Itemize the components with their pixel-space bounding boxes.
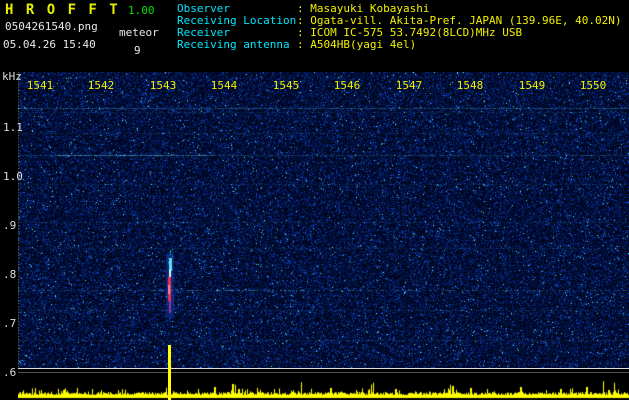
info-value: : A504HB(yagi 4el) <box>297 38 417 51</box>
freq-tick: .7 <box>3 317 17 330</box>
time-tick: 1542 <box>87 79 115 92</box>
spectrogram-canvas <box>18 72 629 368</box>
time-tick: 1546 <box>333 79 361 92</box>
freq-tick: 1.1 <box>3 121 23 134</box>
app-version: 1.00 <box>128 4 155 17</box>
separator-line-dim <box>18 372 629 373</box>
output-filename: 0504261540.png <box>5 20 98 33</box>
time-tick: 1547 <box>395 79 423 92</box>
observation-mode-label: meteor <box>119 26 159 39</box>
amplitude-strip-canvas <box>18 374 629 400</box>
time-tick: 1545 <box>272 79 300 92</box>
observation-datetime: 05.04.26 15:40 <box>3 38 96 51</box>
freq-tick: .8 <box>3 268 17 281</box>
info-label: Receiving antenna <box>177 38 290 51</box>
y-axis-unit-label: kHz <box>2 70 22 83</box>
info-row-antenna: Receiving antenna : A504HB(yagi 4el) <box>177 39 622 51</box>
hrofft-screen: H R O F F T 1.00 0504261540.png meteor 0… <box>0 0 629 400</box>
time-tick: 1548 <box>456 79 484 92</box>
meteor-amplitude-spike <box>168 345 171 400</box>
separator-line-bright <box>18 368 629 369</box>
freq-tick: .6 <box>3 366 17 379</box>
time-tick: 1550 <box>579 79 607 92</box>
time-tick: 1549 <box>518 79 546 92</box>
time-tick: 1543 <box>149 79 177 92</box>
freq-tick: 1.0 <box>3 170 23 183</box>
freq-tick: .9 <box>3 219 17 232</box>
time-tick: 1541 <box>26 79 54 92</box>
app-title: H R O F F T <box>5 2 120 18</box>
station-info-block: Observer: Masayuki Kobayashi Receiving L… <box>177 3 622 51</box>
echo-count: 9 <box>134 44 141 57</box>
time-tick: 1544 <box>210 79 238 92</box>
